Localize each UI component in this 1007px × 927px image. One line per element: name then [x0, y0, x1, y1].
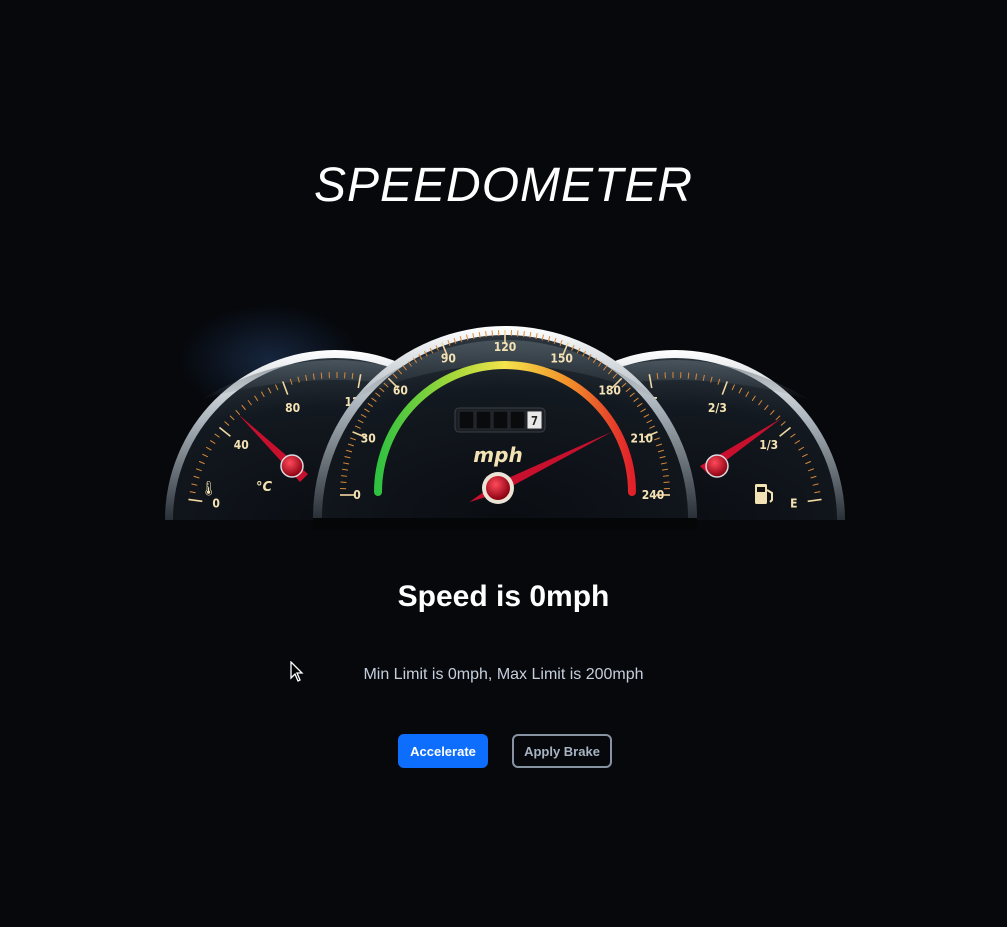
speed-tick-label: 90 — [441, 351, 456, 365]
speed-minor-tick — [523, 331, 525, 338]
speed-limits-text: Min Limit is 0mph, Max Limit is 200mph — [363, 666, 644, 683]
speed-tick-label: 0 — [353, 488, 361, 502]
speed-needle-hub — [486, 476, 510, 500]
odometer-digit: 7 — [531, 414, 538, 428]
fuel-minor-tick — [687, 372, 690, 379]
temperature-tick-label: 40 — [234, 438, 249, 452]
speed-tick-label: 150 — [550, 351, 573, 365]
fuel-needle-hub — [705, 454, 729, 478]
fuel-tick-label: 1/3 — [759, 438, 778, 452]
temperature-tick-label: 0 — [212, 496, 220, 510]
temperature-gauge-icon: 🌡 — [200, 481, 218, 497]
speed-tick-label: 180 — [598, 384, 621, 398]
odometer-digit-cell — [458, 410, 475, 430]
temperature-minor-tick — [320, 372, 323, 379]
speed-minor-tick — [485, 331, 487, 338]
dashboard-gauges: 04080120 🌡 °C F2/31/3E — [160, 290, 850, 530]
speed-tick-label: 30 — [361, 432, 376, 446]
page-title: SPEEDOMETER — [313, 159, 694, 212]
mouse-cursor-icon — [290, 661, 304, 682]
odometer-digit-cell — [492, 410, 509, 430]
odometer-digit-cell — [475, 410, 492, 430]
speed-tick-label: 120 — [494, 340, 517, 354]
speed-tick-label: 240 — [642, 488, 665, 502]
odometer-display: 7 — [454, 407, 546, 433]
odometer-digit-cell — [509, 410, 526, 430]
temperature-unit-label: °C — [256, 480, 273, 495]
temperature-tick-label: 80 — [285, 401, 300, 415]
speed-minor-tick — [341, 475, 348, 477]
speed-tick-label: 60 — [393, 384, 408, 398]
accelerate-button[interactable]: Accelerate — [398, 734, 488, 768]
speed-readout: Speed is 0mph — [397, 580, 610, 613]
speed-minor-tick — [662, 475, 669, 477]
temperature-needle-hub — [280, 454, 304, 478]
fuel-tick-label: E — [790, 496, 797, 510]
speed-tick-label: 210 — [630, 432, 653, 446]
apply-brake-button[interactable]: Apply Brake — [512, 734, 612, 768]
speed-unit-label: mph — [473, 443, 522, 467]
fuel-tick-label: 2/3 — [708, 401, 727, 415]
